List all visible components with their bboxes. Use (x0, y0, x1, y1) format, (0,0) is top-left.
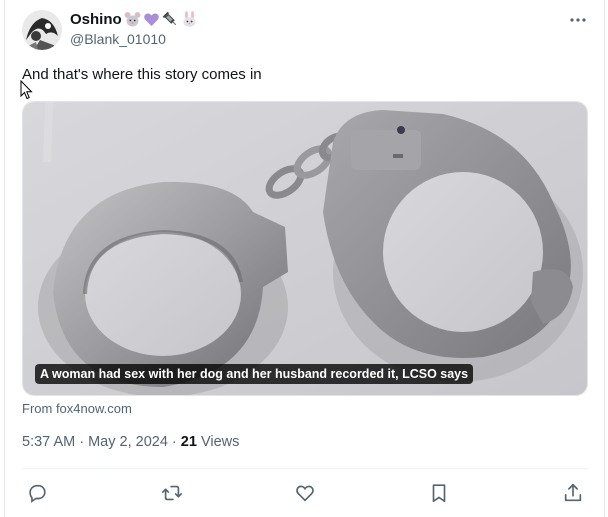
right-border (604, 0, 608, 517)
author-handle[interactable]: @Blank_01010 (70, 31, 166, 47)
author-name-row: Oshino (70, 11, 198, 28)
retweet-icon[interactable] (157, 478, 187, 508)
avatar[interactable] (22, 10, 62, 50)
rabbit-face-icon (181, 11, 198, 28)
syringe-icon (162, 11, 179, 28)
views-label: Views (196, 434, 240, 450)
divider (22, 468, 588, 469)
left-border (0, 0, 5, 517)
purple-heart-icon (143, 11, 160, 28)
tweet-text: And that's where this story comes in (22, 66, 262, 83)
tweet-time[interactable]: 5:37 AM (22, 434, 75, 450)
mouse-face-icon (124, 11, 141, 28)
meta-separator: · (75, 434, 89, 450)
tweet-date[interactable]: May 2, 2024 (88, 434, 168, 450)
handcuffs-photo (23, 102, 587, 395)
share-icon[interactable] (558, 478, 588, 508)
more-horizontal-icon[interactable] (566, 10, 590, 30)
reply-icon[interactable] (22, 478, 52, 508)
media-caption: A woman had sex with her dog and her hus… (35, 364, 474, 384)
media-image[interactable] (22, 101, 588, 396)
display-name[interactable]: Oshino (70, 11, 122, 28)
bookmark-icon[interactable] (424, 478, 454, 508)
tweet-meta: 5:37 AM · May 2, 2024 · 21 Views (22, 434, 239, 450)
mouse-cursor-icon (20, 79, 34, 100)
like-icon[interactable] (290, 478, 320, 508)
views-count: 21 (180, 434, 197, 450)
action-bar (0, 478, 608, 508)
link-source[interactable]: From fox4now.com (22, 401, 132, 416)
meta-separator: · (167, 434, 181, 450)
